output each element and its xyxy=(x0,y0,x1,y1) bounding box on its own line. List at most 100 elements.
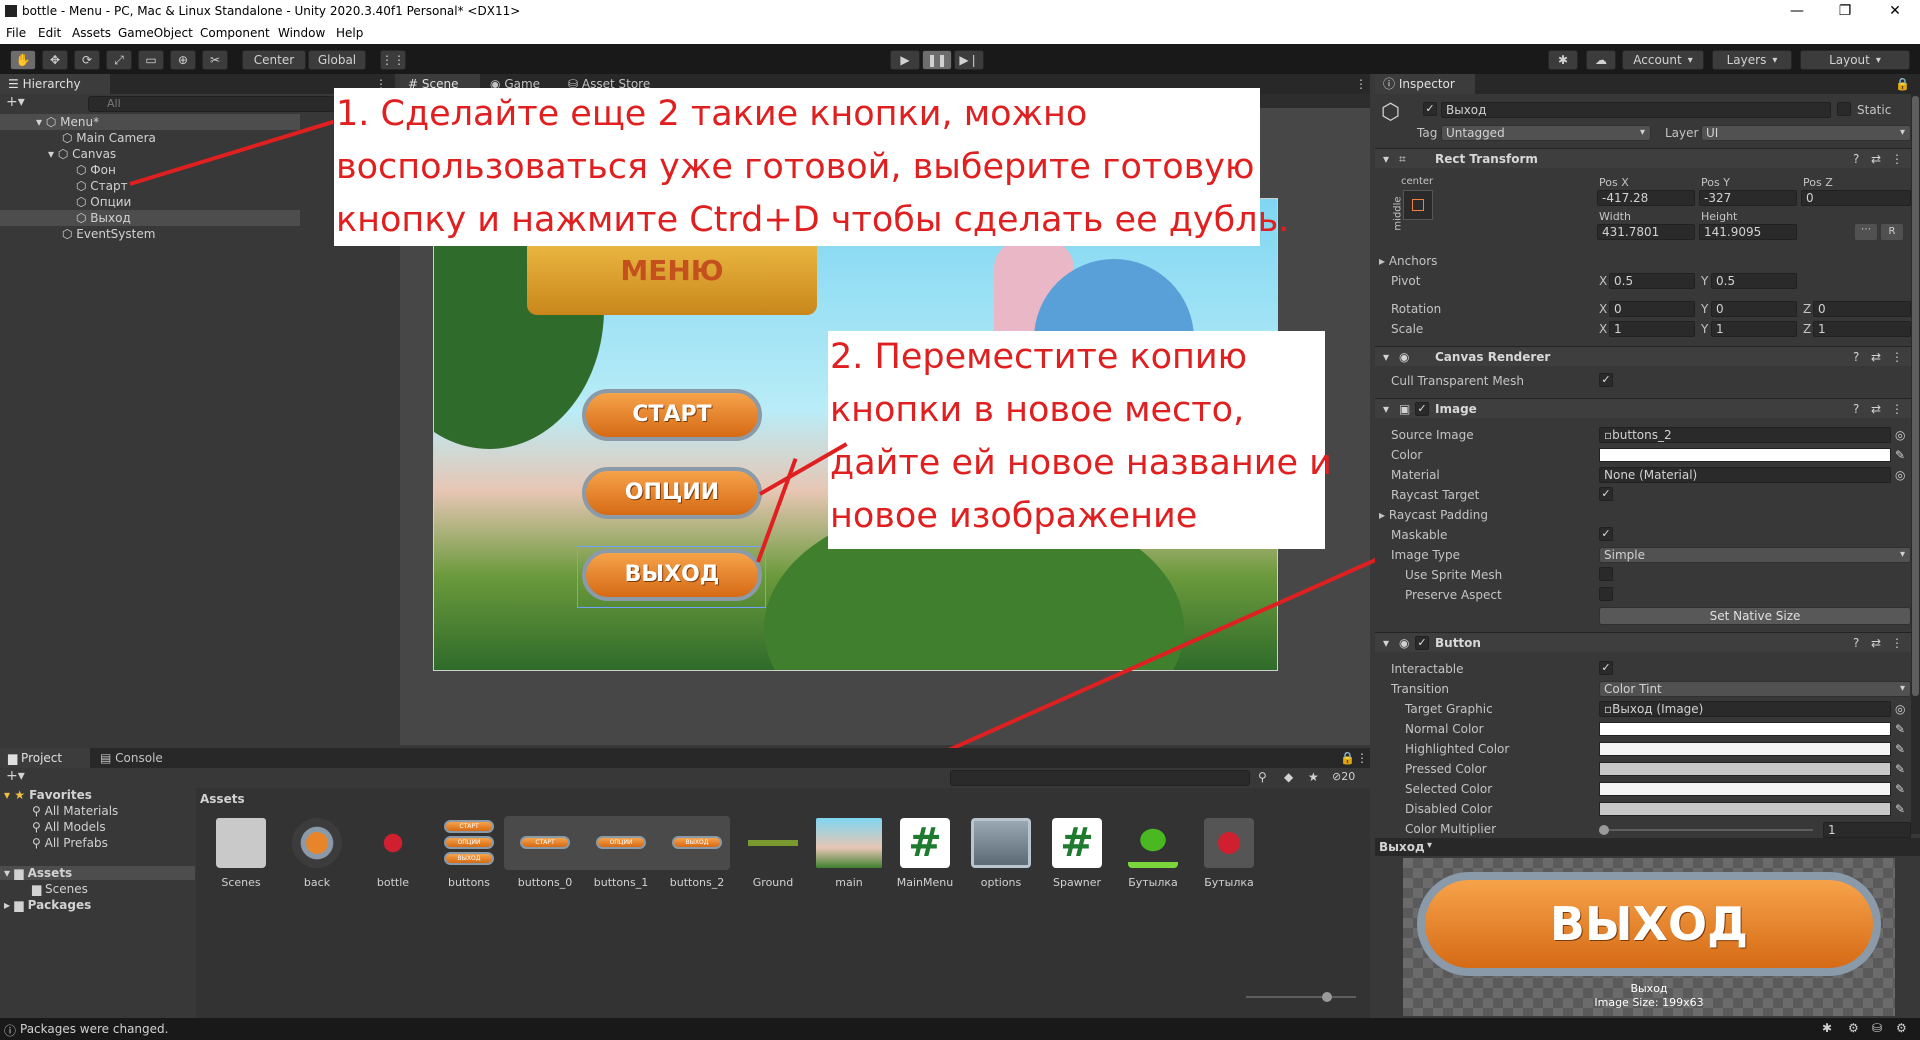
eyedropper-icon[interactable]: ✎ xyxy=(1895,762,1905,776)
help-icon[interactable]: ? xyxy=(1853,152,1859,166)
highlighted-color-swatch[interactable] xyxy=(1599,742,1891,756)
material-field[interactable]: None (Material) xyxy=(1599,467,1891,483)
canvas-renderer-header[interactable]: ▾ ◉ Canvas Renderer ? ⇄ ⋮ xyxy=(1375,346,1920,366)
hand-tool-icon[interactable]: ✋ xyxy=(10,50,36,70)
play-button[interactable]: ▶ xyxy=(890,50,920,70)
set-native-size-button[interactable]: Set Native Size xyxy=(1599,607,1911,625)
hierarchy-item-start[interactable]: ⬡ Старт xyxy=(76,178,128,194)
eyedropper-icon[interactable]: ✎ xyxy=(1895,782,1905,796)
cull-transparent-checkbox[interactable]: ✓ xyxy=(1599,373,1613,387)
hierarchy-item-canvas[interactable]: ▾ ⬡ Canvas xyxy=(48,146,116,162)
asset-mainmenu[interactable]: # MainMenu xyxy=(890,818,960,889)
close-button[interactable]: ✕ xyxy=(1872,0,1918,24)
menu-gameobject[interactable]: GameObject xyxy=(118,26,193,40)
pos-z-field[interactable]: 0 xyxy=(1801,190,1911,206)
tab-console[interactable]: ▤ Console xyxy=(92,748,182,768)
transition-dropdown[interactable]: Color Tint xyxy=(1599,681,1911,697)
button-component-header[interactable]: ▾ ◉ ✓ Button ? ⇄ ⋮ xyxy=(1375,632,1920,652)
project-search-input[interactable] xyxy=(950,770,1250,786)
layout-dropdown[interactable]: Layout xyxy=(1800,50,1910,70)
selected-color-swatch[interactable] xyxy=(1599,782,1891,796)
use-sprite-mesh-checkbox[interactable] xyxy=(1599,567,1613,581)
rot-y-field[interactable]: 0 xyxy=(1711,301,1797,317)
raycast-padding-foldout[interactable]: ▸ Raycast Padding xyxy=(1379,508,1488,522)
account-dropdown[interactable]: Account xyxy=(1622,50,1704,70)
favorite-star-icon[interactable]: ★ xyxy=(1308,770,1319,784)
hierarchy-item-main-camera[interactable]: ⬡ Main Camera xyxy=(62,130,156,146)
pause-button[interactable]: ❚❚ xyxy=(922,50,952,70)
pressed-color-swatch[interactable] xyxy=(1599,762,1891,776)
asset-bottle[interactable]: bottle xyxy=(358,818,428,889)
tag-dropdown[interactable]: Untagged xyxy=(1441,125,1651,141)
inspector-scrollbar[interactable] xyxy=(1911,94,1920,834)
image-enabled-checkbox[interactable]: ✓ xyxy=(1415,402,1429,416)
collab-icon[interactable]: ✱ xyxy=(1548,50,1578,70)
eyedropper-icon[interactable]: ✎ xyxy=(1895,742,1905,756)
step-button[interactable]: ▶❘ xyxy=(954,50,984,70)
static-checkbox[interactable] xyxy=(1837,102,1851,116)
tab-project[interactable]: ▆ Project xyxy=(0,748,90,768)
interactable-checkbox[interactable]: ✓ xyxy=(1599,661,1613,675)
space-global-toggle[interactable]: Global xyxy=(308,50,366,70)
object-active-checkbox[interactable]: ✓ xyxy=(1423,102,1437,116)
grid-snap-icon[interactable]: ⋮⋮ xyxy=(380,50,406,70)
bug-icon[interactable]: ✱ xyxy=(1822,1021,1832,1035)
scale-x-field[interactable]: 1 xyxy=(1609,321,1695,337)
filter-by-type-icon[interactable]: ⚲ xyxy=(1258,770,1267,784)
pivot-y-field[interactable]: 0.5 xyxy=(1711,273,1797,289)
status-message[interactable]: Packages were changed. xyxy=(20,1022,168,1036)
menu-edit[interactable]: Edit xyxy=(38,26,61,40)
asset-butylka-2[interactable]: Бутылка xyxy=(1194,818,1264,889)
slider-handle[interactable] xyxy=(1322,992,1332,1002)
asset-back[interactable]: back xyxy=(282,818,352,889)
rot-x-field[interactable]: 0 xyxy=(1609,301,1695,317)
minimize-button[interactable]: — xyxy=(1774,0,1820,24)
object-name-field[interactable]: Выход xyxy=(1441,102,1831,118)
height-field[interactable]: 141.9095 xyxy=(1699,224,1797,240)
inspector-lock-icon[interactable]: 🔒 xyxy=(1895,77,1910,91)
hierarchy-item-menu[interactable]: ▾ ⬡ Menu* xyxy=(0,114,300,130)
asset-ground[interactable]: Ground xyxy=(738,818,808,889)
settings-icon[interactable]: ⚙ xyxy=(1896,1021,1907,1035)
progress-icon[interactable]: ⚙ xyxy=(1848,1021,1859,1035)
component-menu-icon[interactable]: ⋮ xyxy=(1891,152,1903,166)
image-header[interactable]: ▾ ▣ ✓ Image ? ⇄ ⋮ xyxy=(1375,398,1920,418)
filter-by-label-icon[interactable]: ◆ xyxy=(1284,770,1293,784)
tab-hierarchy[interactable]: ☰ Hierarchy xyxy=(0,74,110,94)
favorite-all-materials[interactable]: ⚲ All Materials xyxy=(32,804,118,818)
layers-dropdown[interactable]: Layers xyxy=(1712,50,1792,70)
eyedropper-icon[interactable]: ✎ xyxy=(1895,722,1905,736)
menu-window[interactable]: Window xyxy=(278,26,325,40)
hierarchy-item-options[interactable]: ⬡ Опции xyxy=(76,194,131,210)
scrollbar-thumb[interactable] xyxy=(1912,96,1919,696)
asset-buttons[interactable]: СТАРТ ОПЦИИ ВЫХОД buttons xyxy=(434,818,504,889)
object-picker-icon[interactable]: ◎ xyxy=(1895,428,1905,442)
asset-buttons-1[interactable]: ОПЦИИ buttons_1 xyxy=(586,818,656,889)
layer-dropdown[interactable]: UI xyxy=(1701,125,1911,141)
maskable-checkbox[interactable]: ✓ xyxy=(1599,527,1613,541)
favorites-folder[interactable]: ▾ ★ Favorites xyxy=(4,788,92,802)
hierarchy-add-button[interactable]: +▾ xyxy=(6,94,25,110)
color-swatch[interactable] xyxy=(1599,448,1891,462)
asset-buttons-2[interactable]: ВЫХОД buttons_2 xyxy=(662,818,732,889)
pivot-x-field[interactable]: 0.5 xyxy=(1609,273,1695,289)
presets-icon[interactable]: ⇄ xyxy=(1871,152,1881,166)
move-tool-icon[interactable]: ✥ xyxy=(42,50,68,70)
slider-handle[interactable] xyxy=(1599,825,1609,835)
object-picker-icon[interactable]: ◎ xyxy=(1895,468,1905,482)
assets-breadcrumb[interactable]: Assets xyxy=(200,792,245,806)
help-icon[interactable]: ? xyxy=(1853,350,1859,364)
selection-rect-handles[interactable] xyxy=(577,546,766,608)
pos-x-field[interactable]: -417.28 xyxy=(1597,190,1695,206)
asset-butylka-1[interactable]: Бутылка xyxy=(1118,818,1188,889)
component-menu-icon[interactable]: ⋮ xyxy=(1891,350,1903,364)
menu-assets[interactable]: Assets xyxy=(72,26,111,40)
anchor-presets-button[interactable] xyxy=(1403,190,1433,220)
hierarchy-item-exit[interactable]: ⬡ Выход xyxy=(0,210,300,226)
scale-z-field[interactable]: 1 xyxy=(1813,321,1911,337)
project-menu-icon[interactable]: ⋮ xyxy=(1356,751,1368,765)
eyedropper-icon[interactable]: ✎ xyxy=(1895,802,1905,816)
menu-help[interactable]: Help xyxy=(336,26,363,40)
raw-edit-button[interactable]: R xyxy=(1881,224,1903,240)
presets-icon[interactable]: ⇄ xyxy=(1871,350,1881,364)
